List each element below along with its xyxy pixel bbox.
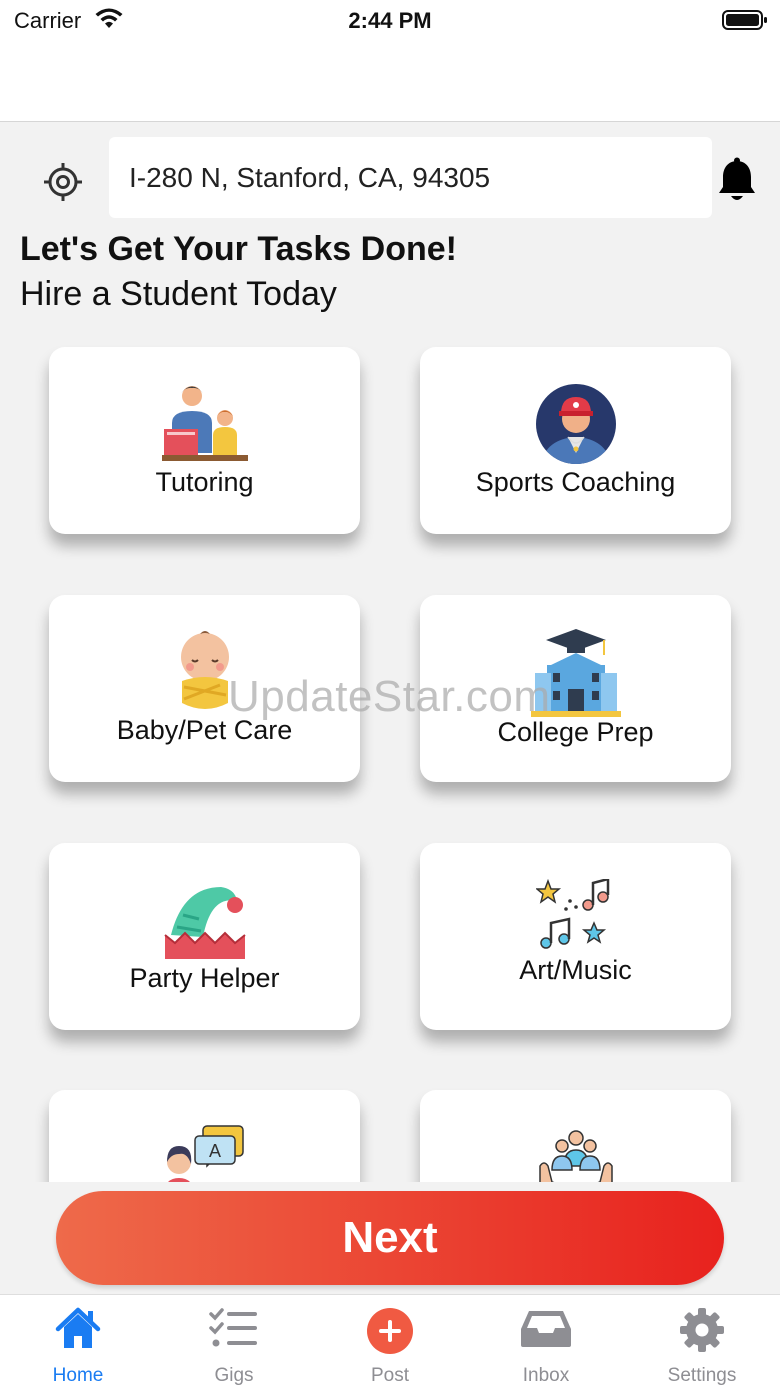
plus-circle-icon — [367, 1308, 413, 1354]
inbox-tray-icon — [521, 1311, 571, 1347]
tab-label: Post — [370, 1365, 410, 1386]
status-bar: Carrier 2:44 PM — [0, 0, 780, 122]
music-notes-icon — [535, 879, 609, 949]
tab-post[interactable]: Post — [312, 1295, 468, 1388]
tab-label: Home — [52, 1365, 104, 1386]
category-card-party-helper[interactable]: Party Helper — [49, 843, 360, 1030]
tutoring-icon — [161, 386, 248, 461]
tab-inbox[interactable]: Inbox — [468, 1295, 624, 1388]
category-label: Art/Music — [519, 955, 632, 985]
category-card-baby-pet-care[interactable]: Baby/Pet Care — [49, 595, 360, 782]
party-hat-icon — [163, 887, 246, 959]
category-card-college-prep[interactable]: College Prep — [420, 595, 731, 782]
language-chat-icon: A — [166, 1125, 244, 1182]
address-field[interactable]: I-280 N, Stanford, CA, 94305 — [109, 137, 712, 218]
category-label: Party Helper — [129, 963, 280, 993]
category-label: Baby/Pet Care — [116, 715, 293, 745]
category-label: College Prep — [497, 717, 654, 747]
locate-icon[interactable] — [43, 162, 83, 202]
battery-icon — [722, 10, 767, 30]
page-title: Let's Get Your Tasks Done! — [20, 230, 457, 268]
category-card-language[interactable]: A — [49, 1090, 360, 1182]
home-icon — [55, 1307, 101, 1348]
status-time: 2:44 PM — [348, 8, 432, 33]
svg-text:A: A — [209, 1141, 221, 1161]
baby-icon — [180, 631, 229, 709]
tab-label: Settings — [667, 1365, 737, 1386]
category-label: Tutoring — [155, 467, 254, 497]
category-card-sports-coaching[interactable]: Sports Coaching — [420, 347, 731, 534]
tab-label: Gigs — [214, 1365, 254, 1386]
tab-gigs[interactable]: Gigs — [156, 1295, 312, 1388]
bell-icon[interactable] — [716, 157, 758, 205]
tab-bar: Home Gigs Post Inbox Settings — [0, 1294, 780, 1388]
tab-settings[interactable]: Settings — [624, 1295, 780, 1388]
category-card-group[interactable] — [420, 1090, 731, 1182]
college-icon — [530, 629, 621, 717]
checklist-icon — [209, 1308, 257, 1347]
category-card-art-music[interactable]: Art/Music — [420, 843, 731, 1030]
gear-icon — [680, 1308, 724, 1352]
group-icon — [538, 1130, 613, 1182]
category-grid: Tutoring Sports Coaching Baby/Pet Care C… — [0, 330, 780, 1182]
category-card-tutoring[interactable]: Tutoring — [49, 347, 360, 534]
next-button[interactable]: Next — [56, 1191, 724, 1285]
tab-home[interactable]: Home — [0, 1295, 156, 1388]
sports-coach-icon — [535, 384, 616, 464]
page-subtitle: Hire a Student Today — [20, 275, 337, 313]
category-label: Sports Coaching — [475, 467, 676, 497]
tab-label: Inbox — [522, 1365, 570, 1386]
